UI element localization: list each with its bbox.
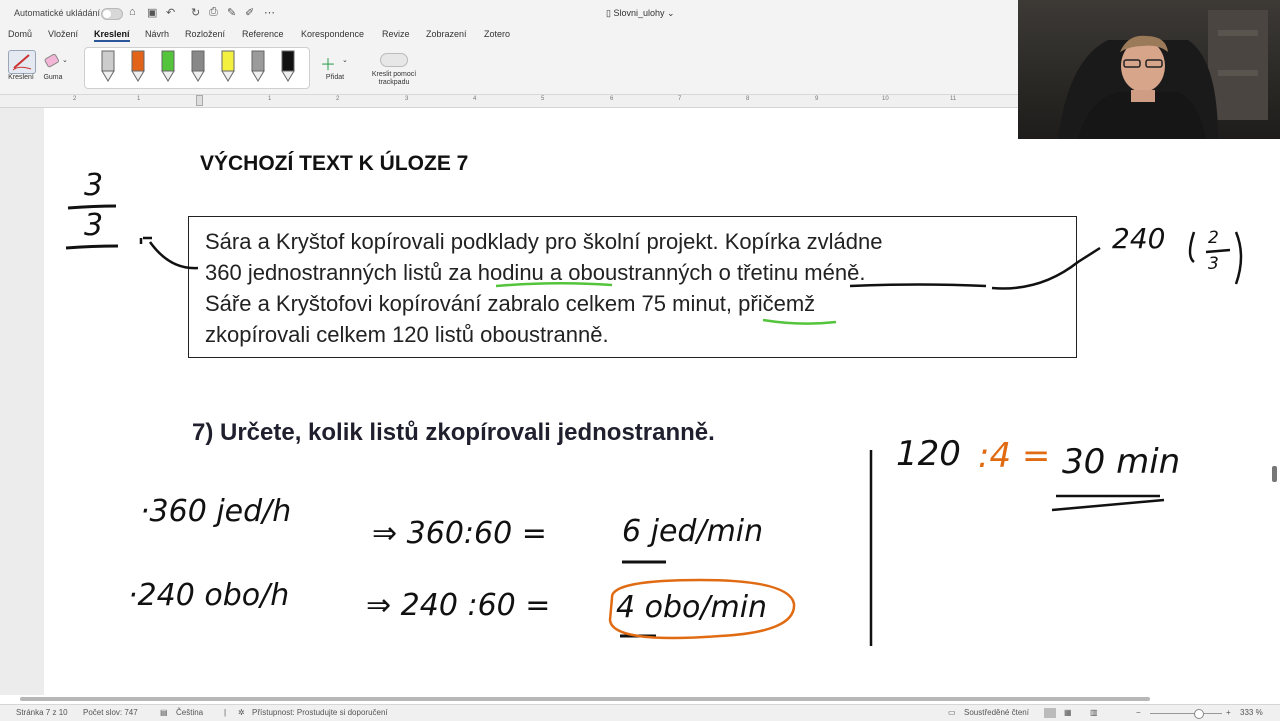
ink-calc-result: 30 min (1062, 442, 1181, 482)
page-indicator[interactable]: Stránka 7 z 10 (16, 708, 68, 717)
focus-icon[interactable]: ▭ (948, 708, 956, 717)
zoom-level[interactable]: 333 % (1240, 708, 1263, 717)
zoom-in-icon[interactable]: + (1226, 708, 1231, 717)
ink-line1-rate: ·360 jed/h (140, 494, 292, 529)
ink-underline-hodinu (495, 281, 613, 288)
read-view-icon[interactable]: ▥ (1090, 708, 1098, 717)
ink-arrow-left (139, 236, 199, 270)
status-bar: Stránka 7 z 10 Počet slov: 747 ▤ Čeština… (0, 704, 1280, 721)
ink-small-fraction-bar (1205, 248, 1231, 254)
ink-line1-result: 6 jed/min (622, 514, 764, 549)
accessibility-status[interactable]: Přístupnost: Prostudujte si doporučení (252, 708, 388, 717)
horizontal-scrollbar[interactable] (20, 697, 1150, 701)
ink-240-note: 240 (1112, 222, 1166, 255)
ink-arrow-right (991, 246, 1101, 290)
ink-underline-tretinu (849, 283, 987, 288)
ink-result-underline-2 (1051, 498, 1165, 512)
language-label[interactable]: Čeština (176, 708, 203, 717)
webcam-overlay (1018, 0, 1280, 139)
ink-fraction-bottom: 3 (84, 208, 104, 243)
proofing-icon[interactable]: ▤ (160, 708, 168, 717)
ink-line2-rate: ·240 obo/h (128, 578, 290, 613)
ink-line2-result: 4 obo/min (616, 590, 768, 625)
vertical-scrollbar[interactable] (1272, 466, 1277, 482)
print-layout-view-icon[interactable] (1044, 708, 1056, 718)
zoom-out-icon[interactable]: − (1136, 708, 1141, 717)
ink-fraction-bar-2 (65, 244, 119, 250)
ink-line1-calc: ⇒ 360:60 = (372, 516, 547, 551)
divider: | (224, 708, 227, 717)
ink-calc-divide: :4 = (978, 436, 1051, 476)
zoom-slider-thumb[interactable] (1194, 709, 1204, 719)
ink-small-fraction-den: 3 (1208, 254, 1219, 274)
presenter-video (1058, 10, 1268, 139)
ink-fraction-top: 3 (84, 168, 104, 203)
ink-underline-minut (762, 318, 837, 325)
focus-mode[interactable]: Soustředěné čtení (964, 708, 1029, 717)
web-layout-view-icon[interactable]: ▦ (1064, 708, 1072, 717)
ink-small-fraction-num: 2 (1208, 228, 1219, 248)
accessibility-icon[interactable]: ✲ (238, 708, 245, 717)
zoom-slider-track[interactable] (1150, 713, 1222, 714)
ink-calc-120: 120 (896, 434, 961, 474)
word-count[interactable]: Počet slov: 747 (83, 708, 138, 717)
ink-line2-calc: ⇒ 240 :60 = (366, 588, 551, 623)
